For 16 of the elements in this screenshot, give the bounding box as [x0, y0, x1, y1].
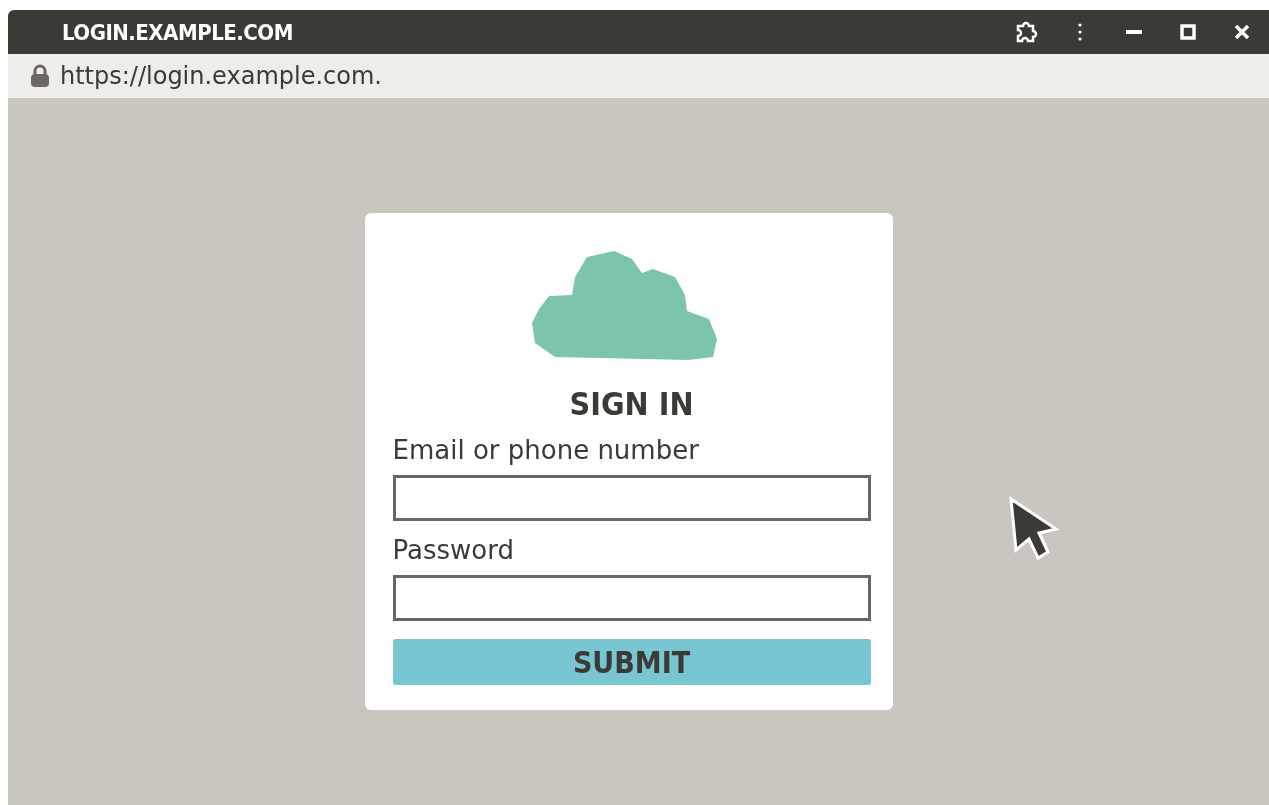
input-field[interactable] [392, 575, 871, 621]
maximize-icon [1180, 24, 1196, 40]
window-title: LOGIN.EXAMPLE.COM [62, 19, 294, 45]
lock-icon [30, 64, 50, 88]
close-icon [1234, 24, 1250, 40]
more-icon [1077, 23, 1083, 41]
field-label: Password [392, 535, 515, 565]
pointer-icon [1008, 496, 1060, 562]
puzzle-icon [1014, 20, 1038, 44]
field-label: Email or phone number [392, 435, 700, 465]
input-field[interactable] [392, 475, 871, 521]
url-text: https://login.example.com. [60, 62, 382, 90]
address-bar[interactable]: https://login.example.com. [8, 54, 1269, 98]
form-title: SIGN IN [568, 385, 695, 423]
submit-button[interactable]: SUBMIT [392, 639, 871, 685]
minimize-icon [1126, 30, 1142, 34]
